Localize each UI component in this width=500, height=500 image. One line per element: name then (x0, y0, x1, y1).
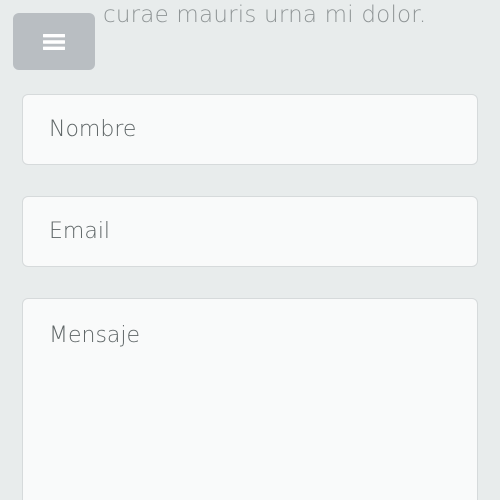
intro-text: curae mauris urna mi dolor. (103, 2, 427, 28)
menu-button[interactable] (13, 13, 95, 70)
message-field[interactable] (22, 298, 478, 500)
name-field[interactable] (22, 94, 478, 165)
hamburger-icon (42, 32, 66, 52)
email-field[interactable] (22, 196, 478, 267)
